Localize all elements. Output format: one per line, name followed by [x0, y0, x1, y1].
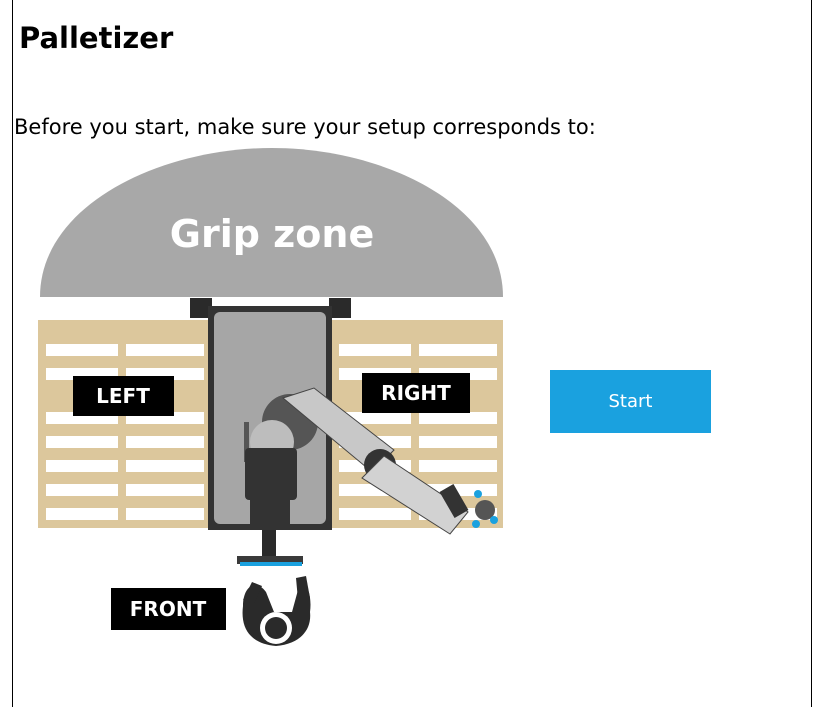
setup-instruction: Before you start, make sure your setup c… — [14, 115, 596, 139]
setup-diagram: Grip zone LEFT RIGHT FRONT — [38, 148, 503, 646]
operator-figure — [242, 576, 311, 646]
palletizer-panel: Palletizer Before you start, make sure y… — [0, 0, 819, 707]
left-pallet — [38, 320, 210, 528]
right-label: RIGHT — [381, 381, 451, 405]
front-label: FRONT — [130, 597, 207, 621]
grip-zone-label: Grip zone — [170, 212, 374, 256]
start-button[interactable]: Start — [550, 370, 711, 433]
page-title: Palletizer — [19, 21, 174, 55]
panel-border-right — [811, 0, 812, 707]
left-label: LEFT — [96, 384, 150, 408]
